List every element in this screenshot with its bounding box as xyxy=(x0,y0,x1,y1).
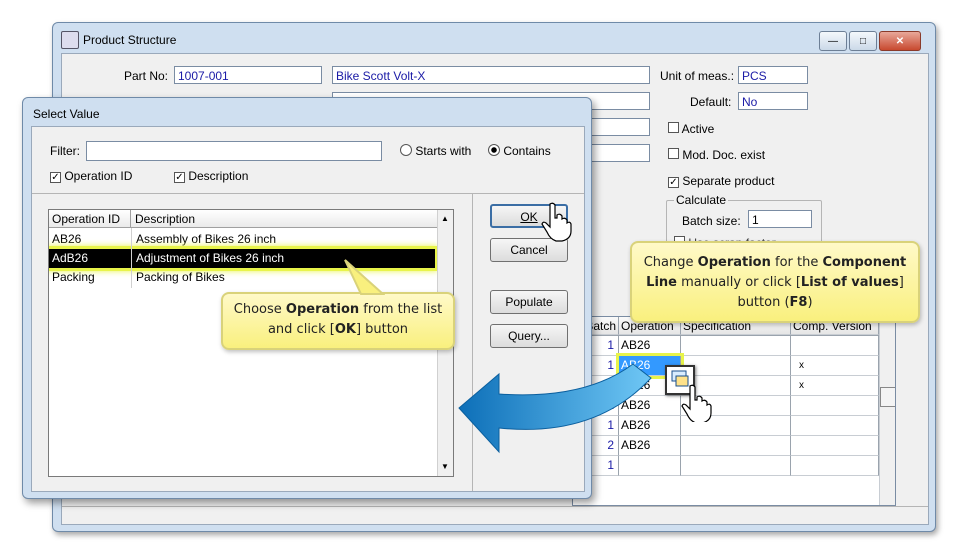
default-field[interactable]: No xyxy=(738,92,808,110)
minimize-button[interactable]: — xyxy=(819,31,847,51)
dialog-title: Select Value xyxy=(33,107,100,121)
callout-bold: OK xyxy=(334,322,356,337)
list-row-id: AdB26 xyxy=(52,251,89,265)
description-checkbox[interactable]: ✓ Description xyxy=(174,169,248,183)
list-row[interactable]: AB26 Assembly of Bikes 26 inch xyxy=(52,230,432,249)
curved-arrow-icon xyxy=(458,363,652,454)
grid-cell-specification[interactable] xyxy=(681,456,791,476)
grid-cell-operation[interactable]: AB26 xyxy=(619,336,681,356)
callout-choose-operation: Choose Operation from the list and click… xyxy=(221,292,455,350)
callout-text: manually or click [ xyxy=(676,275,801,290)
callout-text: Choose xyxy=(233,302,286,317)
list-row-description: Assembly of Bikes 26 inch xyxy=(136,232,277,246)
grid-cell-specification[interactable] xyxy=(681,436,791,456)
ok-label: OK xyxy=(520,210,538,224)
list-col-divider xyxy=(131,228,132,288)
list-row-id: Packing xyxy=(52,270,95,284)
scroll-up-icon[interactable]: ▲ xyxy=(441,214,449,223)
starts-with-label: Starts with xyxy=(415,144,472,158)
batch-size-field[interactable]: 1 xyxy=(748,210,812,228)
callout-text: for the xyxy=(770,255,823,270)
separate-product-checkbox[interactable]: ✓ Separate product xyxy=(668,174,774,188)
mod-doc-checkbox[interactable]: Mod. Doc. exist xyxy=(668,148,765,162)
callout-bold: Operation xyxy=(285,302,360,317)
callout-pointer xyxy=(344,259,385,295)
hand-cursor-icon xyxy=(541,202,572,242)
callout-change-operation: Change Operation for the Component Line … xyxy=(630,241,920,323)
part-description-field[interactable]: Bike Scott Volt-X xyxy=(332,66,650,84)
grid-cell-specification[interactable] xyxy=(681,356,791,376)
grid-scroll-thumb[interactable] xyxy=(880,387,895,407)
unit-label: Unit of meas.: xyxy=(660,69,735,83)
app-icon xyxy=(61,31,79,49)
grid-cell-comp-version[interactable] xyxy=(791,416,879,436)
grid-cell-comp-version[interactable] xyxy=(791,396,879,416)
callout-bold: Operation xyxy=(697,255,771,270)
callout-bold: F8 xyxy=(789,295,808,310)
grid-cell-comp-version[interactable] xyxy=(791,456,879,476)
close-button[interactable]: ✕ xyxy=(879,31,921,51)
list-col-operation-id[interactable]: Operation ID xyxy=(49,210,131,228)
query-button[interactable]: Query... xyxy=(490,324,568,348)
mod-doc-label: Mod. Doc. exist xyxy=(682,148,766,162)
active-label: Active xyxy=(681,122,715,136)
part-no-field[interactable]: 1007-001 xyxy=(174,66,322,84)
part-no-label: Part No: xyxy=(124,69,169,83)
dialog-divider-h xyxy=(32,193,584,194)
list-row-id: AB26 xyxy=(52,232,82,246)
list-row-description: Packing of Bikes xyxy=(136,270,225,284)
hand-cursor-icon xyxy=(681,384,712,422)
active-checkbox[interactable]: Active xyxy=(668,122,714,136)
filter-input[interactable] xyxy=(86,141,382,161)
bottom-divider xyxy=(62,506,928,507)
grid-cell-comp-version[interactable]: x xyxy=(791,356,879,376)
grid-cell-comp-version[interactable] xyxy=(791,436,879,456)
grid-cell-comp-version[interactable]: x xyxy=(791,376,879,396)
calculate-label: Calculate xyxy=(674,193,729,207)
grid-cell-comp-version[interactable] xyxy=(791,336,879,356)
list-header: Operation ID Description xyxy=(49,210,437,228)
description-check-label: Description xyxy=(188,169,249,183)
contains-label: Contains xyxy=(503,144,551,158)
grid-cell-specification[interactable] xyxy=(681,336,791,356)
window-title: Product Structure xyxy=(83,33,177,47)
list-row-description: Adjustment of Bikes 26 inch xyxy=(136,251,285,265)
list-col-description[interactable]: Description xyxy=(131,210,437,228)
operation-id-check-label: Operation ID xyxy=(64,169,133,183)
contains-radio[interactable]: Contains xyxy=(488,144,551,158)
starts-with-radio[interactable]: Starts with xyxy=(400,144,471,158)
default-label: Default: xyxy=(690,95,732,109)
grid-row[interactable]: 1AB26 xyxy=(573,336,879,356)
populate-button[interactable]: Populate xyxy=(490,290,568,314)
separate-product-label: Separate product xyxy=(682,174,775,188)
callout-text: ] button xyxy=(355,322,409,337)
callout-bold: List of values xyxy=(800,275,899,290)
callout-text: Change xyxy=(643,255,698,270)
operation-id-checkbox[interactable]: ✓ Operation ID xyxy=(50,169,132,183)
maximize-button[interactable]: □ xyxy=(849,31,877,51)
batch-size-label: Batch size: xyxy=(682,214,741,228)
unit-field[interactable]: PCS xyxy=(738,66,808,84)
callout-text: ) xyxy=(807,295,813,310)
filter-label: Filter: xyxy=(50,144,80,158)
grid-scrollbar[interactable] xyxy=(879,317,895,505)
scroll-down-icon[interactable]: ▼ xyxy=(441,462,449,471)
